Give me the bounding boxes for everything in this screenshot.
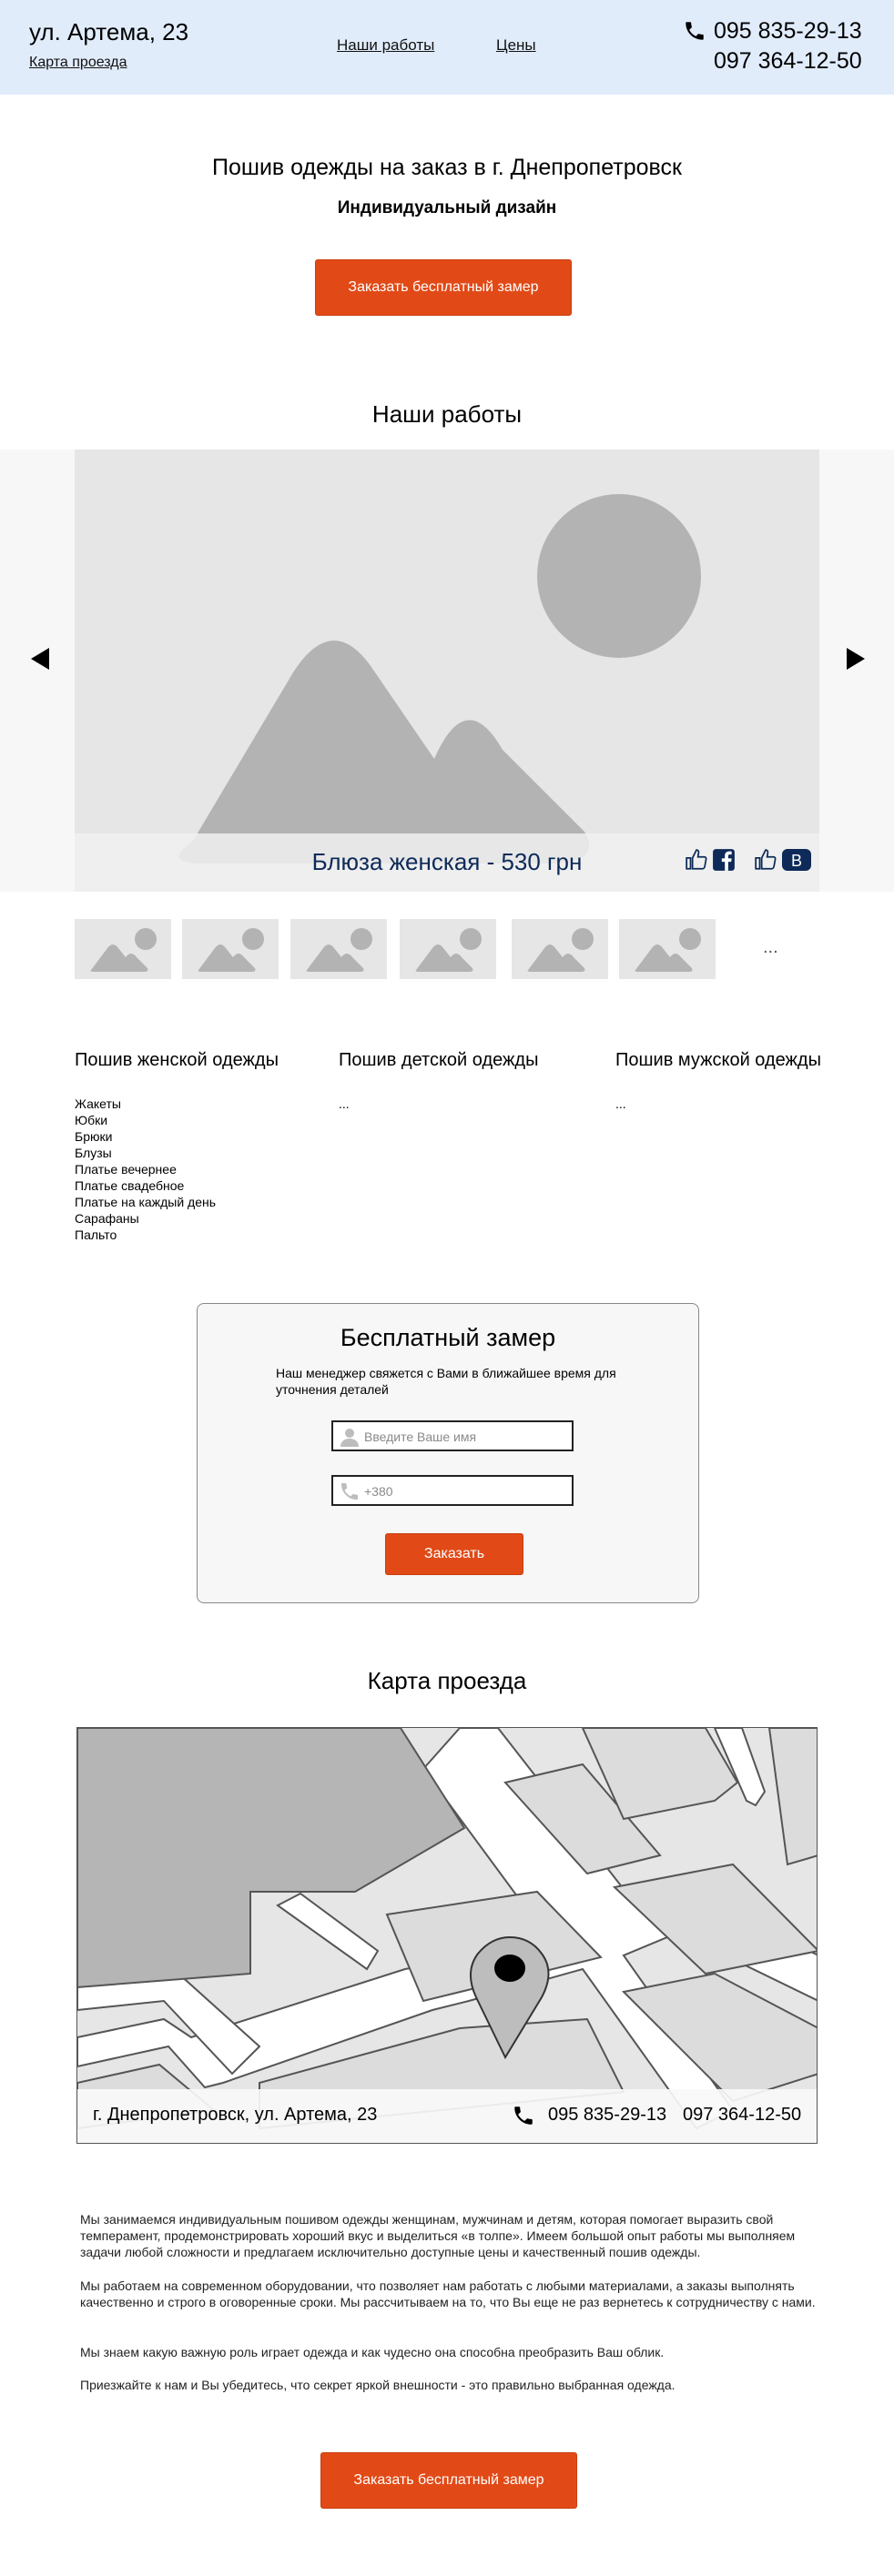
image-placeholder-icon (306, 928, 372, 972)
works-title: Наши работы (371, 400, 523, 428)
about-paragraph: Мы работаем на современном оборудовании,… (80, 2278, 816, 2309)
about-paragraph: Мы знаем какую важную роль играет одежда… (80, 2345, 665, 2359)
thumbnail[interactable] (512, 919, 608, 979)
about-paragraph: Мы занимаемся индивидуальным пошивом оде… (80, 2212, 796, 2259)
form-title: Бесплатный замер (340, 1324, 556, 1351)
hero-title: Пошив одежды на заказ в г. Днепропетровс… (212, 155, 682, 180)
submit-button[interactable]: Заказать (385, 1533, 523, 1575)
map-address: г. Днепропетровск, ул. Артема, 23 (93, 2105, 378, 2125)
header-phone-1[interactable]: 095 835-29-13 (714, 18, 862, 45)
arrow-left-icon[interactable] (31, 648, 49, 670)
map-graphic (77, 1728, 817, 2143)
header (0, 0, 894, 95)
phone-icon (514, 2106, 533, 2125)
image-placeholder-icon (635, 928, 701, 972)
image-placeholder-icon (178, 494, 701, 864)
category-list-kids: ... (339, 1096, 350, 1112)
category-list-men: ... (615, 1096, 626, 1112)
list-item[interactable]: ... (339, 1096, 350, 1112)
user-icon (340, 1429, 359, 1447)
image-placeholder-icon (90, 928, 157, 972)
list-item[interactable]: Блузы (75, 1145, 216, 1161)
thumbnail[interactable] (75, 919, 171, 979)
list-item[interactable]: Платье вечернее (75, 1161, 216, 1177)
facebook-icon[interactable] (712, 848, 736, 872)
header-phone-2[interactable]: 097 364-12-50 (714, 48, 862, 75)
order-measurement-button-bottom[interactable]: Заказать бесплатный замер (320, 2452, 577, 2509)
about-paragraph: Приезжайте к нам и Вы убедитесь, что сек… (80, 2378, 676, 2392)
list-item[interactable]: Пальто (75, 1227, 216, 1243)
list-item[interactable]: Юбки (75, 1112, 216, 1128)
thumbnail[interactable] (182, 919, 279, 979)
header-address: ул. Артема, 23 (29, 18, 189, 45)
list-item[interactable]: Платье свадебное (75, 1177, 216, 1194)
map[interactable] (76, 1727, 818, 2144)
nav-our-works[interactable]: Наши работы (337, 36, 434, 55)
list-item[interactable]: Брюки (75, 1128, 216, 1145)
name-field[interactable] (331, 1420, 574, 1451)
image-placeholder-icon (198, 928, 264, 972)
arrow-right-icon[interactable] (847, 648, 865, 670)
more-thumbnails[interactable]: ... (763, 937, 778, 958)
name-input[interactable] (364, 1428, 564, 1446)
category-title-kids: Пошив детской одежды (339, 1050, 539, 1070)
hero-subtitle: Индивидуальный дизайн (337, 198, 557, 217)
thumbnail[interactable] (400, 919, 496, 979)
phone-icon (686, 22, 704, 40)
carousel-slide[interactable] (75, 450, 819, 892)
category-title-men: Пошив мужской одежды (615, 1050, 821, 1070)
like-icon[interactable] (685, 848, 708, 872)
image-placeholder-icon (415, 928, 482, 972)
thumbnail[interactable] (290, 919, 387, 979)
list-item[interactable]: Жакеты (75, 1096, 216, 1112)
list-item[interactable]: Сарафаны (75, 1210, 216, 1227)
map-phone-1[interactable]: 095 835-29-13 (548, 2105, 666, 2126)
svg-text:В: В (791, 852, 802, 870)
like-icon[interactable] (754, 848, 777, 872)
category-title-women: Пошив женской одежды (75, 1050, 279, 1070)
phone-input[interactable] (364, 1482, 564, 1500)
category-list-women: Жакеты Юбки Брюки Блузы Платье вечернее … (75, 1096, 216, 1243)
nav-prices[interactable]: Цены (496, 36, 536, 55)
map-link[interactable]: Карта проезда (29, 55, 127, 71)
thumbnail[interactable] (619, 919, 716, 979)
map-phone-2[interactable]: 097 364-12-50 (683, 2105, 801, 2126)
form-description: Наш менеджер свяжется с Вами в ближайшее… (276, 1366, 616, 1397)
list-item[interactable]: Платье на каждый день (75, 1194, 216, 1210)
image-placeholder-icon (527, 928, 594, 972)
phone-field[interactable] (331, 1475, 574, 1506)
list-item[interactable]: ... (615, 1096, 626, 1112)
vk-icon[interactable]: В (781, 848, 812, 872)
order-measurement-button[interactable]: Заказать бесплатный замер (315, 259, 572, 316)
phone-icon (341, 1483, 358, 1500)
map-title: Карта проезда (367, 1667, 527, 1694)
